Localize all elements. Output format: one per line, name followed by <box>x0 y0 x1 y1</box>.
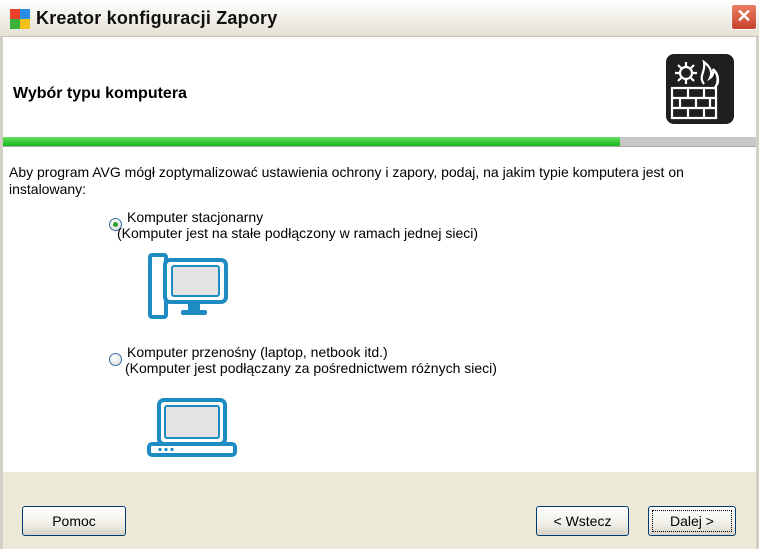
close-button[interactable]: ✕ <box>731 4 757 30</box>
description-text: Aby program AVG mógł zoptymalizować usta… <box>9 164 684 197</box>
option-laptop-label[interactable]: Komputer przenośny (laptop, netbook itd.… <box>127 344 388 360</box>
option-desktop-sublabel: (Komputer jest na stałe podłączony w ram… <box>117 225 479 241</box>
next-button[interactable]: Dalej > <box>648 506 736 536</box>
firewall-gear-flame-icon <box>666 54 734 124</box>
desktop-computer-icon <box>148 253 228 319</box>
avg-app-icon <box>10 9 30 29</box>
wizard-progress-bar <box>3 137 756 146</box>
back-button[interactable]: < Wstecz <box>536 506 629 536</box>
window-title: Kreator konfiguracji Zapory <box>36 8 278 28</box>
option-desktop-label[interactable]: Komputer stacjonarny <box>127 209 263 225</box>
radio-laptop[interactable] <box>109 353 122 366</box>
progress-fill <box>3 137 621 146</box>
page-title: Wybór typu komputera <box>13 85 187 102</box>
title-bar[interactable]: Kreator konfiguracji Zapory ✕ <box>0 0 759 37</box>
help-button[interactable]: Pomoc <box>22 506 126 536</box>
close-icon: ✕ <box>736 6 752 26</box>
wizard-footer: Pomoc < Wstecz Dalej > <box>3 472 756 549</box>
laptop-icon <box>147 398 237 457</box>
wizard-content: Aby program AVG mógł zoptymalizować usta… <box>3 147 756 472</box>
wizard-window: Kreator konfiguracji Zapory ✕ Wybór typu… <box>0 0 759 549</box>
wizard-header: Wybór typu komputera <box>3 37 756 137</box>
option-laptop-sublabel: (Komputer jest podłączany za pośrednictw… <box>125 360 497 376</box>
